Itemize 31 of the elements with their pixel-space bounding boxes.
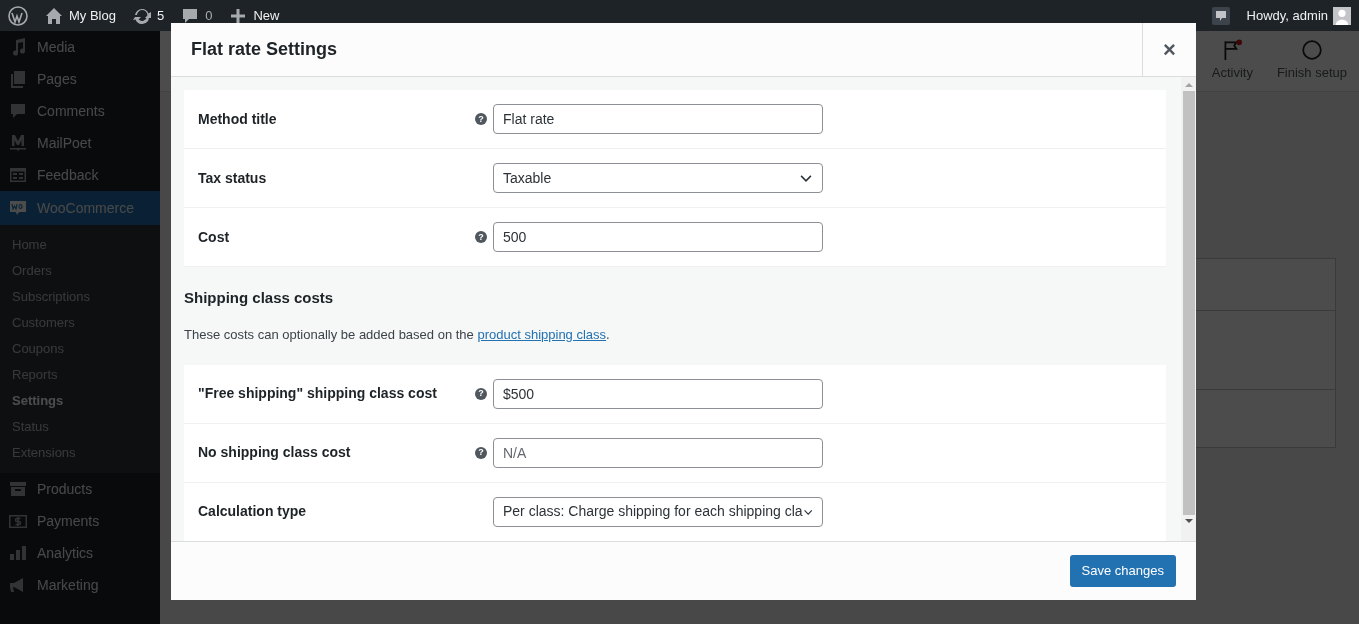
select-field[interactable]: Taxable — [493, 163, 823, 193]
field-label: Calculation type — [197, 502, 308, 521]
input-field[interactable]: 500 — [493, 222, 823, 252]
avatar-icon[interactable] — [1333, 6, 1351, 25]
field-label: Cost — [197, 227, 231, 247]
input-field[interactable]: $500 — [493, 378, 823, 409]
updates-count[interactable]: 5 — [156, 5, 165, 26]
modal-title: Flat rate Settings — [191, 38, 339, 61]
new-link[interactable]: New — [253, 5, 280, 26]
input-field[interactable]: N/A — [493, 437, 823, 468]
site-name-link[interactable]: My Blog — [69, 5, 116, 26]
greeting-text[interactable]: Howdy, admin — [1246, 5, 1328, 26]
field-label: Method title — [197, 109, 278, 129]
save-button[interactable]: Save changes — [1069, 555, 1176, 587]
input-field[interactable]: Flat rate — [493, 104, 823, 134]
select-field[interactable]: Per class: Charge shipping for each shipping cla — [493, 496, 823, 527]
help-icon[interactable]: ? — [475, 446, 487, 459]
field-label: No shipping class cost — [197, 443, 352, 462]
wordpress-logo-icon[interactable] — [8, 5, 28, 26]
section-heading: Shipping class costs — [184, 289, 335, 307]
scrollbar[interactable] — [1181, 77, 1196, 541]
help-icon[interactable]: ? — [475, 231, 487, 243]
section-description: These costs can optionally be added based on the product shipping class. — [184, 326, 611, 344]
help-icon[interactable]: ? — [475, 113, 487, 125]
notification-icon[interactable] — [1210, 5, 1231, 26]
close-button[interactable]: × — [1142, 23, 1196, 76]
field-label: Tax status — [197, 168, 268, 188]
help-icon[interactable]: ? — [475, 387, 487, 400]
home-icon[interactable] — [44, 5, 64, 26]
comments-count[interactable]: 0 — [205, 5, 213, 26]
field-label: "Free shipping" shipping class cost — [197, 384, 438, 403]
